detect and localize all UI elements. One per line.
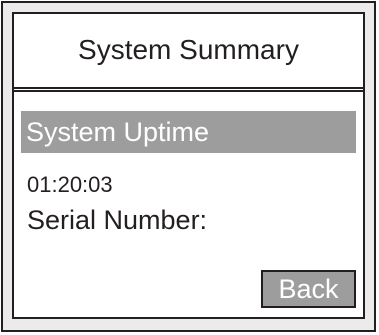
page-title: System Summary [78,33,299,65]
back-button[interactable]: Back [261,270,356,308]
back-button-label: Back [278,273,339,304]
uptime-value: 01:20:03 [27,172,113,197]
lcd-screen: System Summary System Uptime 01:20:03 Se… [12,12,365,319]
menu-item-label: System Uptime [26,116,210,147]
serial-number-label: Serial Number: [27,205,208,235]
menu-item-system-uptime[interactable]: System Uptime [21,111,356,153]
device-bezel: System Summary System Uptime 01:20:03 Se… [1,1,376,332]
title-bar: System Summary [14,14,363,92]
